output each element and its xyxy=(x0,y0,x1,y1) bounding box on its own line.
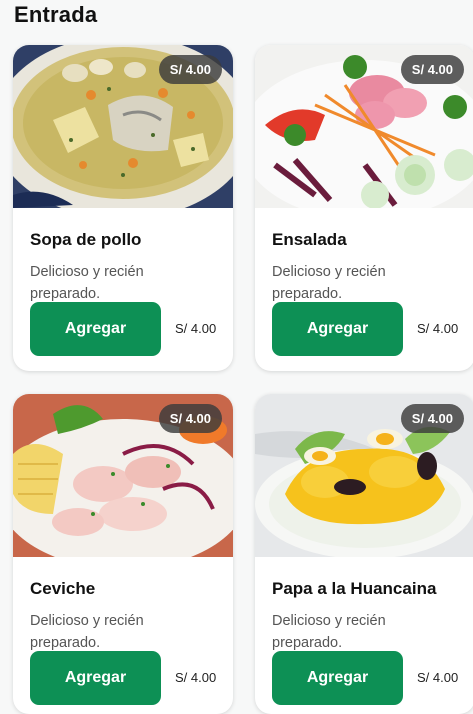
price-badge: S/ 4.00 xyxy=(158,404,222,433)
item-description: Delicioso y recién preparado. xyxy=(272,264,386,302)
item-price: S/ 4.00 xyxy=(175,670,217,685)
price-badge: S/ 4.00 xyxy=(400,55,464,84)
menu-card-papa-a-la-huancaina[interactable]: S/ 4.00 Papa a la Huancaina Delicioso y … xyxy=(255,394,473,714)
menu-card-ensalada[interactable]: S/ 4.00 Ensalada Delicioso y recién prep… xyxy=(255,45,473,371)
item-name: Ensalada xyxy=(272,230,347,249)
menu-card-ceviche[interactable]: S/ 4.00 Ceviche Delicioso y recién prepa… xyxy=(13,394,233,714)
item-name: Sopa de pollo xyxy=(30,230,142,249)
menu-card-sopa-de-pollo[interactable]: S/ 4.00 Sopa de pollo Delicioso y recién… xyxy=(13,45,233,371)
item-description: Delicioso y recién preparado. xyxy=(272,613,386,651)
add-button[interactable]: Agregar xyxy=(272,302,403,356)
add-button[interactable]: Agregar xyxy=(272,651,403,705)
item-description: Delicioso y recién preparado. xyxy=(30,264,144,302)
item-price: S/ 4.00 xyxy=(417,670,459,685)
item-name: Papa a la Huancaina xyxy=(272,579,437,598)
add-button[interactable]: Agregar xyxy=(30,651,161,705)
item-description: Delicioso y recién preparado. xyxy=(30,613,144,651)
section-title: Entrada xyxy=(14,2,98,27)
item-price: S/ 4.00 xyxy=(417,321,459,336)
add-button[interactable]: Agregar xyxy=(30,302,161,356)
item-price: S/ 4.00 xyxy=(175,321,217,336)
price-badge: S/ 4.00 xyxy=(158,55,222,84)
price-badge: S/ 4.00 xyxy=(400,404,464,433)
item-name: Ceviche xyxy=(30,579,96,598)
